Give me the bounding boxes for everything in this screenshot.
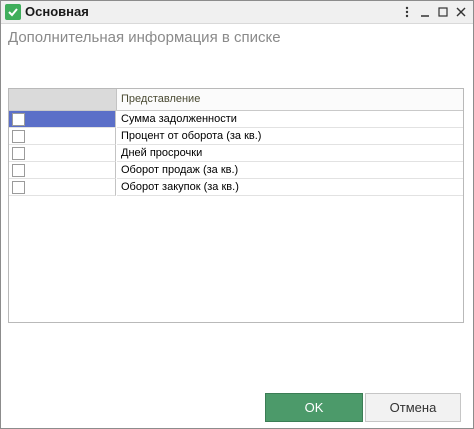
row-check-cell[interactable] xyxy=(9,162,116,179)
row-text-cell[interactable]: Оборот закупок (за кв.) xyxy=(117,179,463,196)
row-checkbox[interactable] xyxy=(12,181,25,194)
close-icon[interactable] xyxy=(451,2,471,22)
header-representation-column[interactable]: Представление xyxy=(117,89,463,110)
minimize-icon[interactable] xyxy=(415,2,435,22)
table-row[interactable]: Сумма задолженности xyxy=(9,111,463,128)
header-representation-label: Представление xyxy=(121,93,201,105)
checkmark-icon xyxy=(5,4,21,20)
window-title: Основная xyxy=(25,4,89,19)
row-check-cell[interactable] xyxy=(9,128,116,145)
form-title: Дополнительная информация в списке xyxy=(8,29,281,46)
more-options-icon[interactable] xyxy=(397,2,417,22)
table-row[interactable]: Оборот закупок (за кв.) xyxy=(9,179,463,196)
row-checkbox[interactable] xyxy=(12,164,25,177)
dialog-window: Основная Дополнительная информация в спи… xyxy=(0,0,474,429)
row-text-cell[interactable]: Процент от оборота (за кв.) xyxy=(117,128,463,145)
table-row[interactable]: Оборот продаж (за кв.) xyxy=(9,162,463,179)
title-bar: Основная xyxy=(1,1,473,24)
row-text-cell[interactable]: Сумма задолженности xyxy=(117,111,463,128)
table-row[interactable]: Дней просрочки xyxy=(9,145,463,162)
ok-button[interactable]: OK xyxy=(265,393,363,422)
table-row[interactable]: Процент от оборота (за кв.) xyxy=(9,128,463,145)
row-label: Процент от оборота (за кв.) xyxy=(121,130,262,142)
row-checkbox[interactable] xyxy=(12,130,25,143)
row-label: Дней просрочки xyxy=(121,147,203,159)
row-checkbox[interactable] xyxy=(12,147,25,160)
row-checkbox[interactable] xyxy=(12,113,25,126)
row-label: Оборот продаж (за кв.) xyxy=(121,164,239,176)
row-check-cell[interactable] xyxy=(9,179,116,196)
maximize-icon[interactable] xyxy=(433,2,453,22)
row-label: Сумма задолженности xyxy=(121,113,237,125)
cancel-button[interactable]: Отмена xyxy=(365,393,461,422)
header-check-column[interactable] xyxy=(9,89,117,110)
table-header: Представление xyxy=(9,89,463,111)
row-text-cell[interactable]: Оборот продаж (за кв.) xyxy=(117,162,463,179)
row-check-cell[interactable] xyxy=(9,145,116,162)
row-label: Оборот закупок (за кв.) xyxy=(121,181,239,193)
row-text-cell[interactable]: Дней просрочки xyxy=(117,145,463,162)
row-check-cell[interactable] xyxy=(9,111,116,128)
info-list-table[interactable]: Представление Сумма задолженности Процен… xyxy=(8,88,464,323)
